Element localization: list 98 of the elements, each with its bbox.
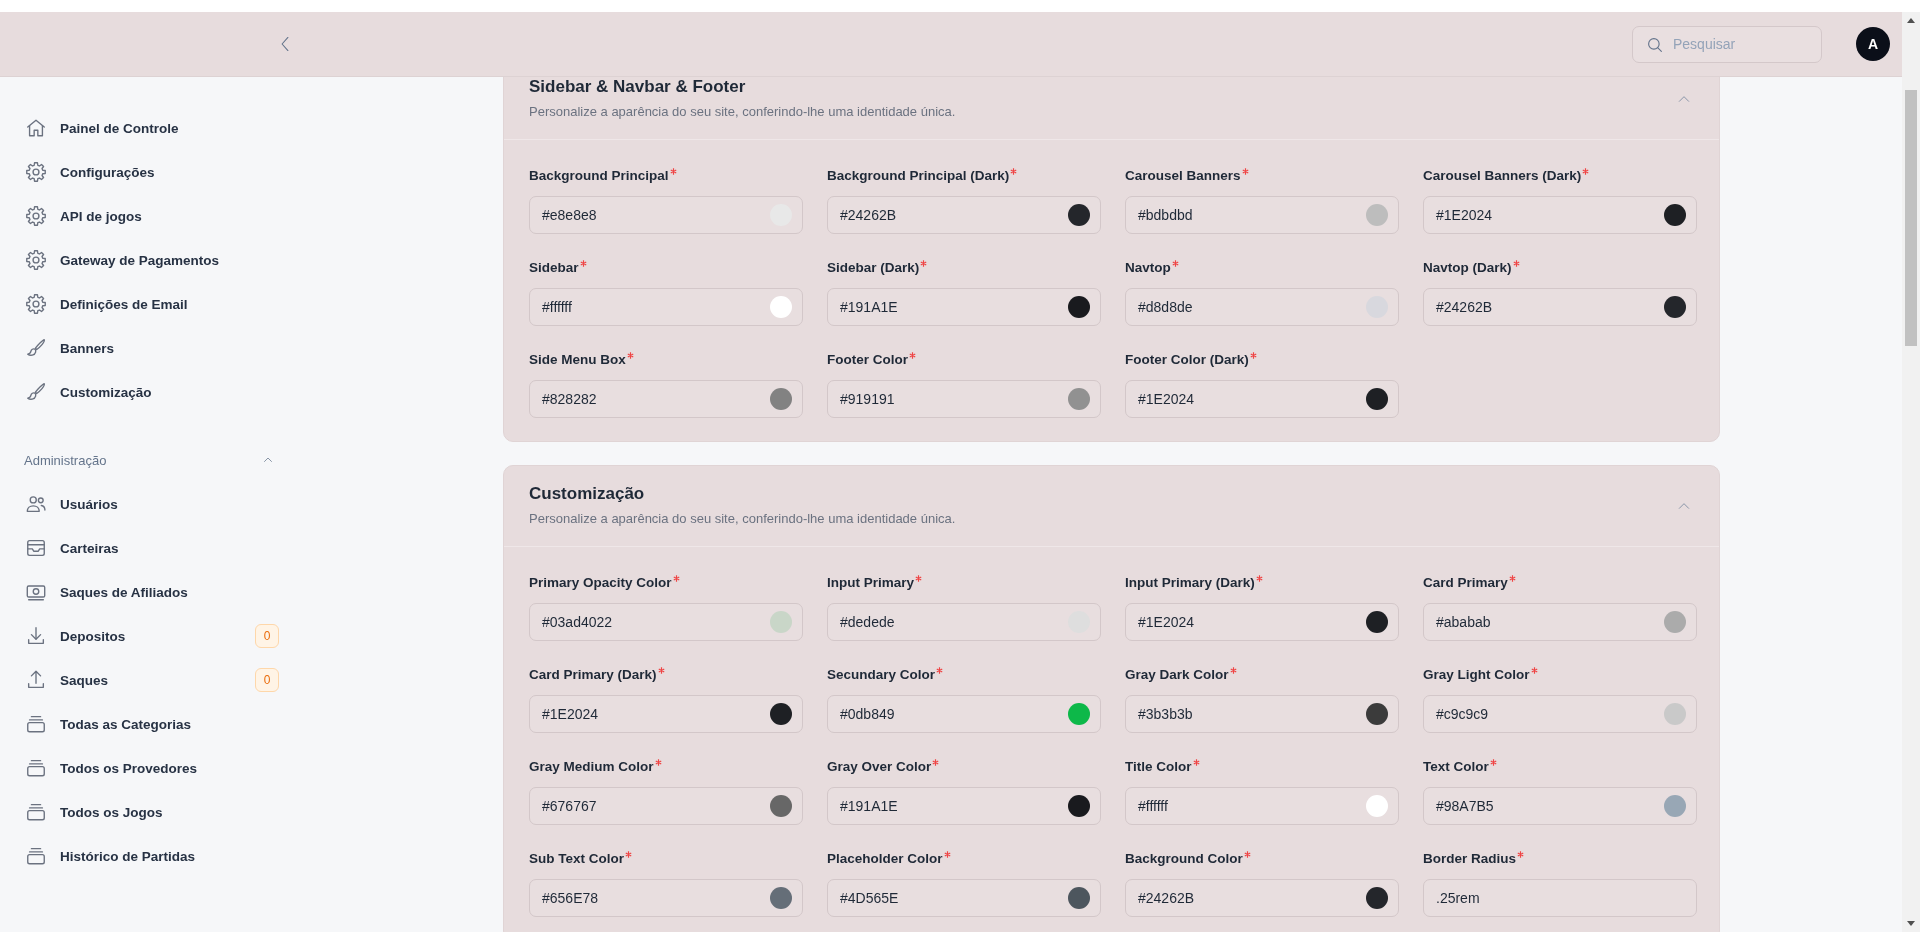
color-input[interactable]: #656E78 xyxy=(529,879,803,917)
scroll-down-icon[interactable] xyxy=(1907,921,1915,926)
gear-icon xyxy=(25,205,47,227)
color-input[interactable]: #0db849 xyxy=(827,695,1101,733)
nav-link[interactable]: Customização xyxy=(25,370,279,414)
nav-link[interactable]: Usuários xyxy=(25,482,279,526)
nav-link[interactable]: Saques de Afiliados xyxy=(25,570,279,614)
field-label: Sidebar xyxy=(529,259,579,277)
nav-link[interactable]: Gateway de Pagamentos xyxy=(25,238,279,282)
color-input[interactable]: #ababab xyxy=(1423,603,1697,641)
scroll-up-icon[interactable] xyxy=(1907,18,1915,23)
house-icon xyxy=(25,117,47,139)
field-label: Gray Medium Color xyxy=(529,758,654,776)
card-subtitle: Personalize a aparência do seu site, conferindo-lhe uma identidade única. xyxy=(529,510,956,528)
field-label: Navtop xyxy=(1125,259,1171,277)
color-input[interactable]: #24262B xyxy=(1423,288,1697,326)
field-label: Border Radius xyxy=(1423,850,1517,868)
field-label: Side Menu Box xyxy=(529,351,626,369)
field-label: Footer Color xyxy=(827,351,908,369)
section-toggle[interactable]: Administração xyxy=(24,438,278,482)
card-title: Sidebar & Navbar & Footer xyxy=(529,77,747,97)
paintbrush-icon xyxy=(25,337,47,359)
field-label: Background Principal xyxy=(529,167,669,185)
color-input[interactable]: #dedede xyxy=(827,603,1101,641)
text-input[interactable]: .25rem xyxy=(1423,879,1697,917)
field-label: Gray Light Color xyxy=(1423,666,1530,684)
color-input[interactable]: #919191 xyxy=(827,380,1101,418)
color-input[interactable]: #1E2024 xyxy=(529,695,803,733)
field-label: Text Color xyxy=(1423,758,1489,776)
count-badge: 0 xyxy=(255,668,279,692)
field-label: Secundary Color xyxy=(827,666,936,684)
stacked-boxes-icon xyxy=(25,757,47,779)
gear-icon xyxy=(25,161,47,183)
nav-link[interactable]: Carteiras xyxy=(25,526,279,570)
color-input[interactable]: #ffffff xyxy=(529,288,803,326)
field-label: Background Color xyxy=(1125,850,1243,868)
field-label: Title Color xyxy=(1125,758,1192,776)
color-input[interactable]: #4D565E xyxy=(827,879,1101,917)
field-label: Sub Text Color xyxy=(529,850,624,868)
color-input[interactable]: #24262B xyxy=(827,196,1101,234)
field-label: Input Primary (Dark) xyxy=(1125,574,1255,592)
color-input[interactable]: #1E2024 xyxy=(1125,603,1399,641)
nav-link[interactable]: Histórico de Partidas xyxy=(25,834,279,878)
stacked-boxes-icon xyxy=(25,845,47,867)
nav-link[interactable]: Saques 0 xyxy=(25,658,279,702)
stacked-boxes-icon xyxy=(25,801,47,823)
count-badge: 0 xyxy=(255,624,279,648)
field-label: Background Principal (Dark) xyxy=(827,167,1010,185)
upload-icon xyxy=(25,669,47,691)
field-label: Navtop (Dark) xyxy=(1423,259,1512,277)
field-label: Sidebar (Dark) xyxy=(827,259,920,277)
paintbrush-icon xyxy=(25,381,47,403)
color-input[interactable]: #1E2024 xyxy=(1125,380,1399,418)
nav-link[interactable]: Todos os Provedores xyxy=(25,746,279,790)
color-input[interactable]: #ffffff xyxy=(1125,787,1399,825)
search-field[interactable]: Pesquisar xyxy=(1632,25,1822,63)
color-input[interactable]: #676767 xyxy=(529,787,803,825)
stacked-boxes-icon xyxy=(25,713,47,735)
field-label: Gray Over Color xyxy=(827,758,932,776)
field-label: Placeholder Color xyxy=(827,850,943,868)
scrollbar-thumb[interactable] xyxy=(1905,90,1917,346)
nav-link[interactable]: Definições de Email xyxy=(25,282,279,326)
color-input[interactable]: #1E2024 xyxy=(1423,196,1697,234)
color-input[interactable]: #191A1E xyxy=(827,787,1101,825)
field-label: Carousel Banners (Dark) xyxy=(1423,167,1582,185)
color-input[interactable]: #828282 xyxy=(529,380,803,418)
nav-link[interactable]: Painel de Controle xyxy=(25,106,279,150)
field-label: Input Primary xyxy=(827,574,915,592)
field-label: Footer Color (Dark) xyxy=(1125,351,1249,369)
field-label: Carousel Banners xyxy=(1125,167,1241,185)
nav-link[interactable]: API de jogos xyxy=(25,194,279,238)
card-subtitle: Personalize a aparência do seu site, conferindo-lhe uma identidade única. xyxy=(529,103,956,121)
color-input[interactable]: #191A1E xyxy=(827,288,1101,326)
gear-icon xyxy=(25,293,47,315)
user-avatar[interactable]: A xyxy=(1856,27,1890,61)
color-input[interactable]: #98A7B5 xyxy=(1423,787,1697,825)
card-title: Customização xyxy=(529,484,646,504)
search-icon xyxy=(1646,35,1664,54)
color-input[interactable]: #c9c9c9 xyxy=(1423,695,1697,733)
color-input[interactable]: #3b3b3b xyxy=(1125,695,1399,733)
nav-link[interactable]: Banners xyxy=(25,326,279,370)
tray-icon xyxy=(25,537,47,559)
nav-link[interactable]: Configurações xyxy=(25,150,279,194)
color-input[interactable]: #bdbdbd xyxy=(1125,196,1399,234)
field-label: Gray Dark Color xyxy=(1125,666,1229,684)
color-input[interactable]: #d8d8de xyxy=(1125,288,1399,326)
nav-link[interactable]: Depositos 0 xyxy=(25,614,279,658)
nav-link[interactable]: Todas as Categorias xyxy=(25,702,279,746)
color-input[interactable]: #e8e8e8 xyxy=(529,196,803,234)
download-icon xyxy=(25,625,47,647)
color-input[interactable]: #03ad4022 xyxy=(529,603,803,641)
field-label: Card Primary xyxy=(1423,574,1508,592)
users-icon xyxy=(25,493,47,515)
gear-icon xyxy=(25,249,47,271)
field-label: Primary Opacity Color xyxy=(529,574,672,592)
nav-link[interactable]: Todos os Jogos xyxy=(25,790,279,834)
color-input[interactable]: #24262B xyxy=(1125,879,1399,917)
field-label: Card Primary (Dark) xyxy=(529,666,657,684)
